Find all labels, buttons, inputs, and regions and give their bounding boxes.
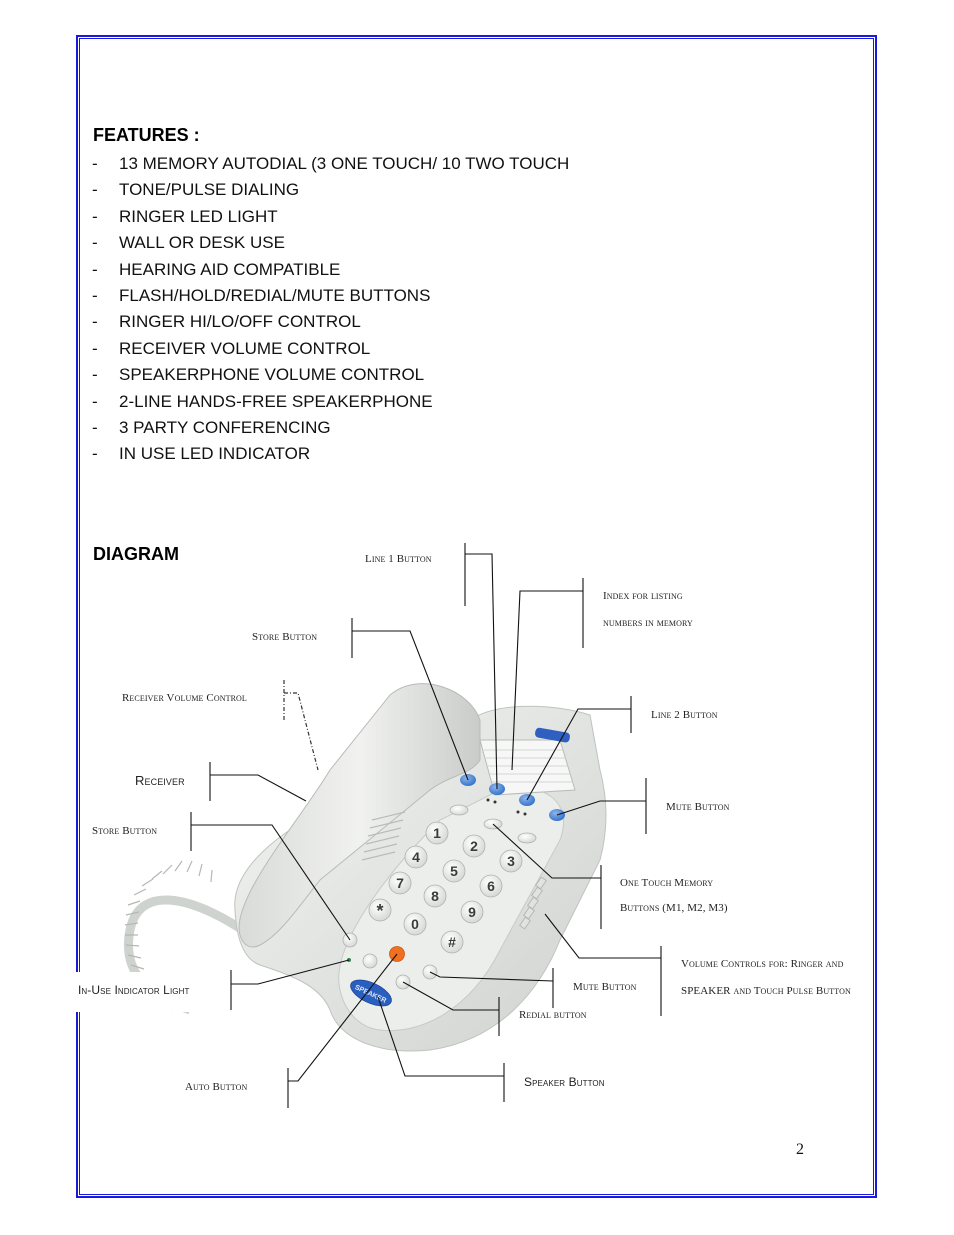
key-label: 1 [433,825,441,841]
label-line2-button: Line 2 Button [651,709,718,721]
label-store-button-top: Store Button [252,631,318,643]
key-label: # [448,934,456,950]
leader-receiver [210,774,307,802]
line1-led-b [493,800,497,804]
label-index-1: Index for listing [603,590,683,602]
label-redial-button: Redial button [519,1009,587,1021]
label-line1-button: Line 1 Button [365,553,432,565]
label-receiver: Receiver [135,773,185,788]
key-label: 7 [396,875,404,891]
key-label: 0 [411,916,419,932]
line2-led-b [523,812,527,816]
label-one-touch-2: Buttons (M1, M2, M3) [620,902,728,914]
key-label: 2 [470,838,478,854]
key-label: 9 [468,904,476,920]
page-number: 2 [796,1141,804,1158]
key-label: 8 [431,888,439,904]
label-volume-1: Volume Controls for: Ringer and [681,958,844,970]
label-store-button-left: Store Button [92,825,158,837]
key-label: * [376,901,383,921]
key-label: 5 [450,863,458,879]
label-volume-2: SPEAKER and Touch Pulse Button [681,985,851,997]
label-speaker-button: Speaker Button [524,1075,605,1089]
line2-led-a [516,810,520,814]
flash-button [362,953,378,969]
label-index-2: numbers in memory [603,617,693,629]
leader-receiver-volume [283,680,319,771]
m3-button [517,832,537,844]
label-receiver-volume-control: Receiver Volume Control [122,692,247,704]
label-mute-button-right: Mute Button [666,801,730,813]
key-label: 6 [487,878,495,894]
key-label: 3 [507,853,515,869]
key-label: 4 [412,849,420,865]
label-in-use-indicator: In-Use Indicator Light [78,983,190,997]
label-auto-button: Auto Button [185,1081,248,1093]
label-mute-button-bottom: Mute Button [573,981,637,993]
phone-diagram: 1 2 3 4 5 6 7 8 9 * 0 # SPEAKER [76,543,662,1108]
m1-button [449,804,469,816]
line1-led-a [486,798,490,802]
label-one-touch-1: One Touch Memory [620,877,714,889]
